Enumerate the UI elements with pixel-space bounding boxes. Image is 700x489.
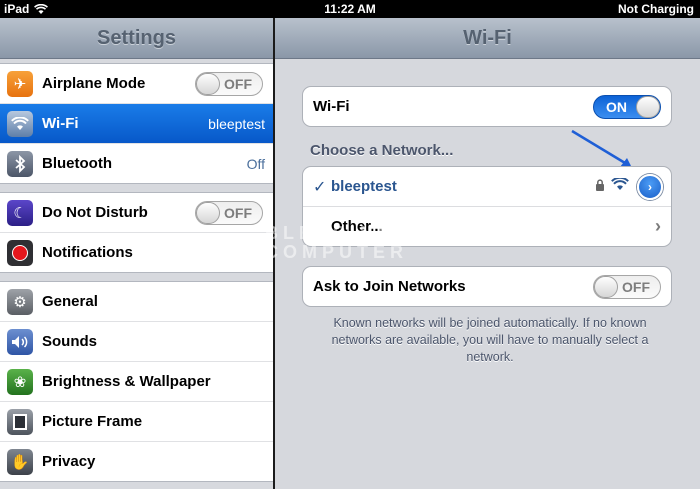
sidebar-item-label: Brightness & Wallpaper <box>42 373 211 390</box>
chevron-right-icon: › <box>655 216 661 236</box>
hand-icon: ✋ <box>7 448 33 475</box>
sidebar-item-label: Privacy <box>42 453 96 470</box>
status-time: 11:22 AM <box>324 2 376 16</box>
wifi-toggle-label: Wi-Fi <box>313 98 350 115</box>
sidebar-item-label: Sounds <box>42 333 97 350</box>
network-row-bleeptest[interactable]: ✓ bleeptest › <box>303 167 671 206</box>
toggle-text: OFF <box>224 204 252 221</box>
toggle-text: OFF <box>224 75 252 92</box>
bluetooth-icon <box>7 150 33 177</box>
wifi-icon <box>7 110 33 137</box>
ask-to-join-footnote: Known networks will be joined automatica… <box>331 316 649 364</box>
settings-sidebar: Settings ✈ Airplane Mode OFF Wi-Fi bleep… <box>0 18 273 489</box>
checkmark-icon: ✓ <box>313 178 327 196</box>
wifi-toggle[interactable]: ON <box>593 94 661 119</box>
gear-icon: ⚙ <box>7 288 33 315</box>
airplane-mode-toggle[interactable]: OFF <box>195 71 263 96</box>
toggle-knob <box>196 201 220 224</box>
sidebar-item-label: Notifications <box>42 244 133 261</box>
network-details-button[interactable]: › <box>637 173 663 200</box>
flower-icon: ❀ <box>7 368 33 395</box>
sidebar-item-picture-frame[interactable]: Picture Frame <box>0 401 273 441</box>
sidebar-item-wifi[interactable]: Wi-Fi bleeptest <box>0 103 273 143</box>
sidebar-item-airplane-mode[interactable]: ✈ Airplane Mode OFF <box>0 64 273 103</box>
sidebar-item-sounds[interactable]: Sounds <box>0 321 273 361</box>
wifi-network-value: bleeptest <box>208 115 265 132</box>
ask-to-join-card: Ask to Join Networks OFF <box>302 266 672 307</box>
ask-to-join-label: Ask to Join Networks <box>313 278 466 295</box>
toggle-knob <box>636 95 660 118</box>
sidebar-item-label: General <box>42 293 98 310</box>
sidebar-item-label: Bluetooth <box>42 155 112 172</box>
sidebar-item-label: Airplane Mode <box>42 75 146 92</box>
sidebar-item-privacy[interactable]: ✋ Privacy <box>0 441 273 481</box>
detail-title: Wi-Fi <box>275 18 700 59</box>
airplane-icon: ✈ <box>7 70 33 97</box>
toggle-knob <box>196 72 220 95</box>
sidebar-group-general: ⚙ General Sounds ❀ Brightness & Wallpape… <box>0 281 273 482</box>
picture-frame-icon <box>7 408 33 435</box>
watermark-line-2: COMPUTER <box>265 242 408 262</box>
toggle-text: ON <box>606 98 627 115</box>
lock-icon <box>595 178 605 196</box>
do-not-disturb-toggle[interactable]: OFF <box>195 200 263 225</box>
watermark: BLEEPING <box>0 220 175 239</box>
sidebar-group-connectivity: ✈ Airplane Mode OFF Wi-Fi bleeptest Blue… <box>0 63 273 184</box>
ask-to-join-toggle[interactable]: OFF <box>593 274 661 299</box>
wifi-toggle-card: Wi-Fi ON <box>302 86 672 127</box>
sidebar-title: Settings <box>0 18 273 59</box>
bluetooth-value: Off <box>246 155 265 172</box>
status-bar: iPad 11:22 AM Not Charging <box>0 0 700 18</box>
notifications-icon <box>7 239 33 266</box>
status-battery: Not Charging <box>618 2 694 16</box>
sidebar-item-label: Wi-Fi <box>42 115 79 132</box>
toggle-text: OFF <box>622 278 650 295</box>
network-name: bleeptest <box>331 178 397 195</box>
wifi-strength-icon <box>611 176 629 196</box>
speaker-icon <box>7 328 33 355</box>
watermark-logo: BLEEPING COMPUTER <box>265 224 408 262</box>
sidebar-item-bluetooth[interactable]: Bluetooth Off <box>0 143 273 183</box>
choose-network-heading: Choose a Network... <box>310 142 454 159</box>
toggle-knob <box>594 275 618 298</box>
watermark-line-1: BLEEPING <box>265 223 398 243</box>
sidebar-item-general[interactable]: ⚙ General <box>0 282 273 321</box>
sidebar-item-label: Picture Frame <box>42 413 143 430</box>
wifi-toggle-row: Wi-Fi ON <box>303 87 671 126</box>
sidebar-item-label: Do Not Disturb <box>42 204 148 221</box>
sidebar-item-brightness-wallpaper[interactable]: ❀ Brightness & Wallpaper <box>0 361 273 401</box>
ask-to-join-row: Ask to Join Networks OFF <box>303 267 671 306</box>
